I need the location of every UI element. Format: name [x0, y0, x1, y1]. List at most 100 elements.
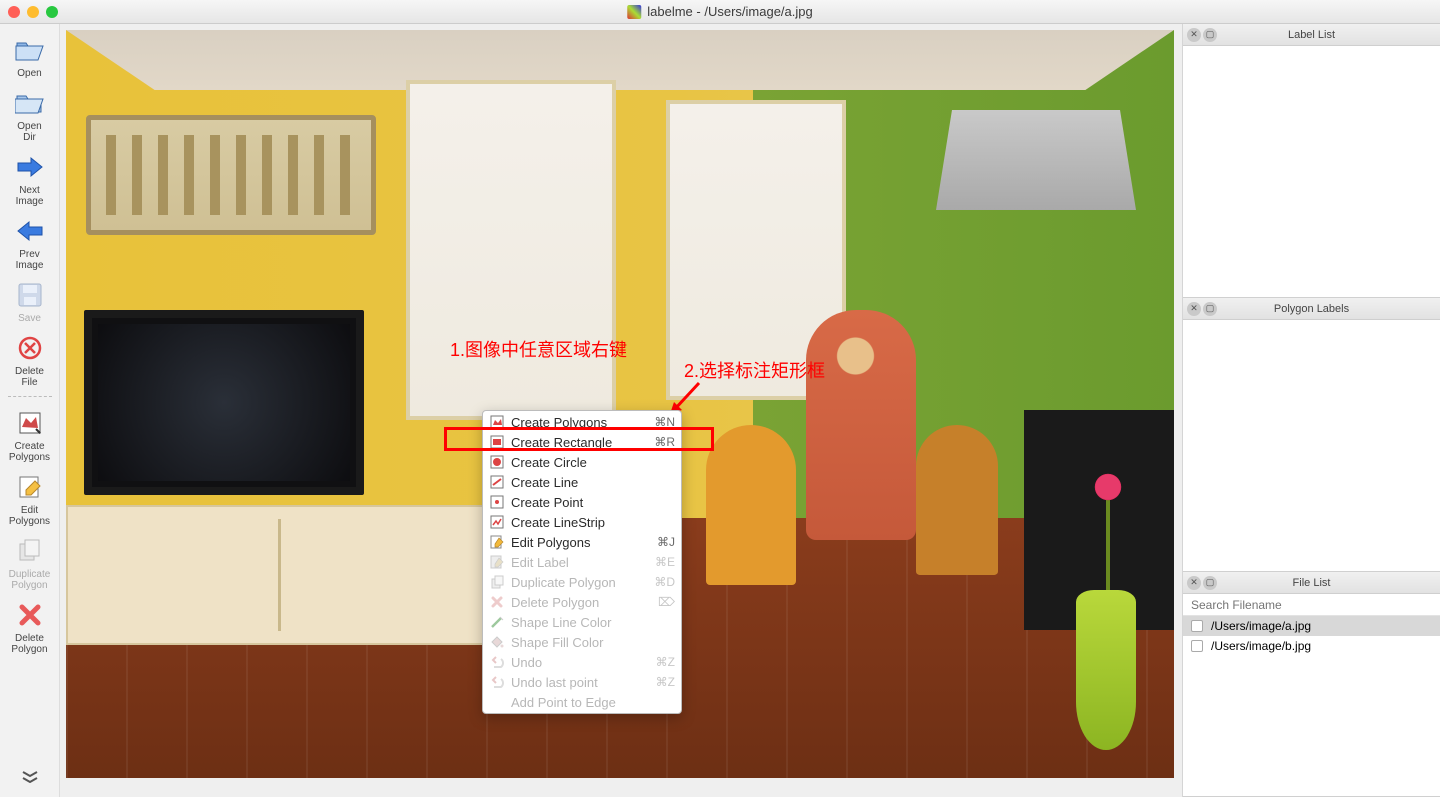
- toolbar-separator: [8, 396, 52, 397]
- app-icon: [627, 5, 641, 19]
- context-menu-item-label: Duplicate Polygon: [511, 575, 646, 590]
- label-list-title: Label List: [1288, 29, 1335, 41]
- window-title: labelme - /Users/image/a.jpg: [627, 4, 812, 19]
- delete-polygon-button[interactable]: Delete Polygon: [2, 595, 58, 657]
- point-icon: [489, 494, 505, 510]
- save-button[interactable]: Save: [2, 275, 58, 326]
- edit-polygons-label: Edit Polygons: [9, 505, 50, 527]
- context-menu-item-label: Create Circle: [511, 455, 675, 470]
- context-menu-item-create-point[interactable]: Create Point: [483, 492, 681, 512]
- window-controls: [8, 6, 58, 18]
- label-list-header[interactable]: ✕ ▢ Label List: [1183, 24, 1440, 46]
- titlebar: labelme - /Users/image/a.jpg: [0, 0, 1440, 24]
- context-menu-item-label: Undo last point: [511, 675, 648, 690]
- context-menu-item-label: Create Rectangle: [511, 435, 646, 450]
- canvas-area[interactable]: 1.图像中任意区域右键 2.选择标注矩形框 Create Polygons⌘NC…: [60, 24, 1182, 797]
- panel-close-icon[interactable]: ✕: [1187, 576, 1201, 590]
- context-menu-item-edit-polygons[interactable]: Edit Polygons⌘J: [483, 532, 681, 552]
- context-menu-item-shape-fill-color: Shape Fill Color: [483, 632, 681, 652]
- context-menu-item-create-line[interactable]: Create Line: [483, 472, 681, 492]
- file-list-header[interactable]: ✕ ▢ File List: [1183, 572, 1440, 594]
- panel-close-icon[interactable]: ✕: [1187, 302, 1201, 316]
- context-menu-item-create-polygons[interactable]: Create Polygons ⌘N: [483, 412, 681, 432]
- toolbar-more-button[interactable]: [21, 765, 39, 789]
- duplicate-polygon-label: Duplicate Polygon: [9, 569, 51, 591]
- polygon-icon: [489, 414, 505, 430]
- file-checkbox[interactable]: [1191, 640, 1203, 652]
- panel-detach-icon[interactable]: ▢: [1203, 302, 1217, 316]
- prev-image-label: Prev Image: [16, 249, 44, 271]
- context-menu-item-label: Delete Polygon: [511, 595, 650, 610]
- line-color-icon: [489, 614, 505, 630]
- title-text: labelme - /Users/image/a.jpg: [647, 4, 812, 19]
- edit-icon: [489, 534, 505, 550]
- zoom-window-button[interactable]: [46, 6, 58, 18]
- right-panels: ✕ ▢ Label List ✕ ▢ Polygon Labels ✕: [1182, 24, 1440, 797]
- file-list-item[interactable]: /Users/image/a.jpg: [1183, 616, 1440, 636]
- context-menu-item-add-point-to-edge: Add Point to Edge: [483, 692, 681, 712]
- edit-polygons-button[interactable]: Edit Polygons: [2, 467, 58, 529]
- polygon-labels-body[interactable]: [1183, 320, 1440, 571]
- file-path: /Users/image/a.jpg: [1211, 619, 1311, 633]
- create-polygons-label: Create Polygons: [9, 441, 50, 463]
- polygon-labels-panel: ✕ ▢ Polygon Labels: [1183, 298, 1440, 572]
- create-polygons-button[interactable]: Create Polygons: [2, 403, 58, 465]
- undo-point-icon: [489, 674, 505, 690]
- context-menu-item-undo-last-point: Undo last point ⌘Z: [483, 672, 681, 692]
- close-window-button[interactable]: [8, 6, 20, 18]
- prev-image-button[interactable]: Prev Image: [2, 211, 58, 273]
- duplicate-polygon-button[interactable]: Duplicate Polygon: [2, 531, 58, 593]
- annotation-text-2: 2.选择标注矩形框: [684, 357, 825, 383]
- edit-label-icon: [489, 554, 505, 570]
- context-menu-item-label: Shape Fill Color: [511, 635, 675, 650]
- context-menu-shortcut: ⌘N: [654, 415, 675, 429]
- context-menu-item-create-rectangle[interactable]: Create Rectangle ⌘R: [483, 432, 681, 452]
- panel-close-icon[interactable]: ✕: [1187, 28, 1201, 42]
- polygon-labels-header[interactable]: ✕ ▢ Polygon Labels: [1183, 298, 1440, 320]
- context-menu-item-label: Create LineStrip: [511, 515, 675, 530]
- open-dir-button[interactable]: Open Dir: [2, 83, 58, 145]
- context-menu-item-label: Shape Line Color: [511, 615, 675, 630]
- next-image-button[interactable]: Next Image: [2, 147, 58, 209]
- delete-file-icon: [14, 332, 46, 364]
- chevron-double-down-icon: [21, 771, 39, 783]
- context-menu-item-create-circle[interactable]: Create Circle: [483, 452, 681, 472]
- file-checkbox[interactable]: [1191, 620, 1203, 632]
- edit-polygons-icon: [14, 471, 46, 503]
- context-menu: Create Polygons⌘NCreate Rectangle⌘RCreat…: [482, 410, 682, 714]
- delete-file-button[interactable]: Delete File: [2, 328, 58, 390]
- context-menu-item-label: Add Point to Edge: [511, 695, 675, 710]
- undo-icon: [489, 654, 505, 670]
- file-list-body[interactable]: /Users/image/a.jpg/Users/image/b.jpg: [1183, 616, 1440, 796]
- image-canvas[interactable]: 1.图像中任意区域右键 2.选择标注矩形框 Create Polygons⌘NC…: [66, 30, 1174, 778]
- create-polygons-icon: [14, 407, 46, 439]
- label-list-body[interactable]: [1183, 46, 1440, 297]
- floppy-save-icon: [14, 279, 46, 311]
- panel-detach-icon[interactable]: ▢: [1203, 28, 1217, 42]
- duplicate-icon: [489, 574, 505, 590]
- context-menu-item-label: Edit Label: [511, 555, 647, 570]
- context-menu-shortcut: ⌘Z: [656, 675, 675, 689]
- open-dir-label: Open Dir: [17, 121, 41, 143]
- rectangle-icon: [489, 434, 505, 450]
- minimize-window-button[interactable]: [27, 6, 39, 18]
- context-menu-item-duplicate-polygon: Duplicate Polygon ⌘D: [483, 572, 681, 592]
- context-menu-item-label: Undo: [511, 655, 648, 670]
- file-path: /Users/image/b.jpg: [1211, 639, 1311, 653]
- context-menu-shortcut: ⌘Z: [656, 655, 675, 669]
- file-search-input[interactable]: [1183, 594, 1440, 616]
- context-menu-item-label: Create Point: [511, 495, 675, 510]
- arrow-right-icon: [14, 151, 46, 183]
- context-menu-item-label: Create Line: [511, 475, 675, 490]
- context-menu-item-label: Create Polygons: [511, 415, 646, 430]
- panel-detach-icon[interactable]: ▢: [1203, 576, 1217, 590]
- context-menu-item-edit-label: Edit Label⌘E: [483, 552, 681, 572]
- context-menu-item-create-linestrip[interactable]: Create LineStrip: [483, 512, 681, 532]
- context-menu-item-label: Edit Polygons: [511, 535, 649, 550]
- context-menu-shortcut: ⌘D: [654, 575, 675, 589]
- label-list-panel: ✕ ▢ Label List: [1183, 24, 1440, 298]
- context-menu-shortcut: ⌘R: [654, 435, 675, 449]
- open-label: Open: [17, 68, 41, 79]
- open-button[interactable]: Open: [2, 30, 58, 81]
- file-list-item[interactable]: /Users/image/b.jpg: [1183, 636, 1440, 656]
